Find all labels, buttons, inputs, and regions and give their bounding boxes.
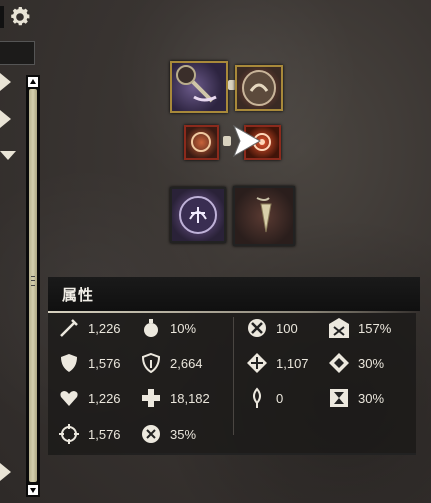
stat-value: 1,107 (276, 355, 309, 371)
collapse-arrow-icon[interactable] (0, 151, 16, 160)
stat-ferocity[interactable]: 100 (246, 317, 298, 339)
magic-find-icon (253, 387, 261, 408)
toolbar (0, 0, 40, 34)
potion-icon (144, 319, 158, 337)
stat-magic-find[interactable]: 0 (246, 387, 283, 409)
weapon-shield-icon (242, 70, 276, 106)
panel-title: 属性 (62, 287, 95, 304)
condition-icon (247, 353, 267, 373)
stat-value: 30% (358, 355, 385, 371)
stat-value: 2,664 (170, 355, 203, 371)
stat-value: 1,576 (88, 355, 121, 371)
sigil-icon (191, 132, 211, 152)
swap-arrow-icon[interactable] (232, 124, 262, 158)
expertise-icon (329, 353, 349, 373)
stat-toughness[interactable]: 1,576 (58, 352, 121, 374)
burst-icon (142, 425, 160, 443)
stat-value: 157% (358, 320, 392, 336)
stat-value: 100 (276, 320, 298, 336)
toolbar-edge (0, 6, 4, 28)
stat-health[interactable]: 18,182 (140, 387, 210, 409)
mainhand-weapon-slot[interactable] (170, 61, 228, 113)
slot-link-icon (223, 136, 231, 146)
expand-arrow-icon[interactable] (0, 110, 11, 128)
hourglass-icon (330, 389, 348, 407)
offhand-weapon-slot[interactable] (235, 65, 283, 111)
stat-healing-power[interactable]: 30% (328, 387, 384, 409)
shield-icon (61, 354, 77, 372)
attributes-panel: 属性 1,226 1,576 1,226 1,576 10% 2,664 18,… (48, 277, 420, 457)
filter-dropdown[interactable] (0, 41, 35, 65)
panel-header: 属性 (48, 277, 420, 311)
crosshair-icon (59, 424, 79, 444)
stat-value: 30% (358, 390, 385, 406)
stat-value: 1,226 (88, 320, 121, 336)
weapon-mace-icon (176, 65, 217, 103)
stat-value: 18,182 (170, 390, 210, 406)
stat-precision[interactable]: 1,576 (58, 423, 121, 445)
gear-icon[interactable] (8, 5, 32, 29)
expand-arrow-icon[interactable] (0, 73, 11, 91)
panel-footer (48, 453, 416, 455)
boon-icon (329, 318, 349, 338)
accessory-rune-icon (179, 196, 217, 234)
stat-value: 1,576 (88, 426, 121, 442)
expand-arrow-icon[interactable] (0, 463, 11, 481)
stat-crit-damage[interactable]: 35% (140, 423, 196, 445)
scroll-down-button[interactable] (28, 485, 38, 495)
stat-crit-chance[interactable]: 10% (140, 317, 196, 339)
stat-value: 35% (170, 426, 197, 442)
stat-condition-duration[interactable]: 30% (328, 352, 384, 374)
amulet-fang-icon (256, 197, 272, 233)
column-divider (233, 317, 234, 435)
stat-vitality[interactable]: 1,226 (58, 387, 121, 409)
scroll-up-button[interactable] (28, 77, 38, 87)
ferocity-icon (248, 319, 266, 337)
heart-icon (60, 391, 78, 406)
stat-armor[interactable]: 2,664 (140, 352, 203, 374)
stat-value: 10% (170, 320, 197, 336)
scrollbar-grip-icon (31, 276, 35, 286)
armor-icon (141, 352, 161, 374)
stat-power[interactable]: 1,226 (58, 317, 121, 339)
sword-icon (60, 319, 78, 337)
stat-value: 1,226 (88, 390, 121, 406)
accessory-slot[interactable] (170, 187, 226, 243)
stat-value: 0 (276, 390, 284, 406)
stat-condition-damage[interactable]: 1,107 (246, 352, 309, 374)
sigil-slot-1[interactable] (184, 125, 219, 160)
amulet-slot[interactable] (233, 186, 295, 246)
stat-boon-duration[interactable]: 157% (328, 317, 391, 339)
plus-icon (142, 389, 160, 407)
